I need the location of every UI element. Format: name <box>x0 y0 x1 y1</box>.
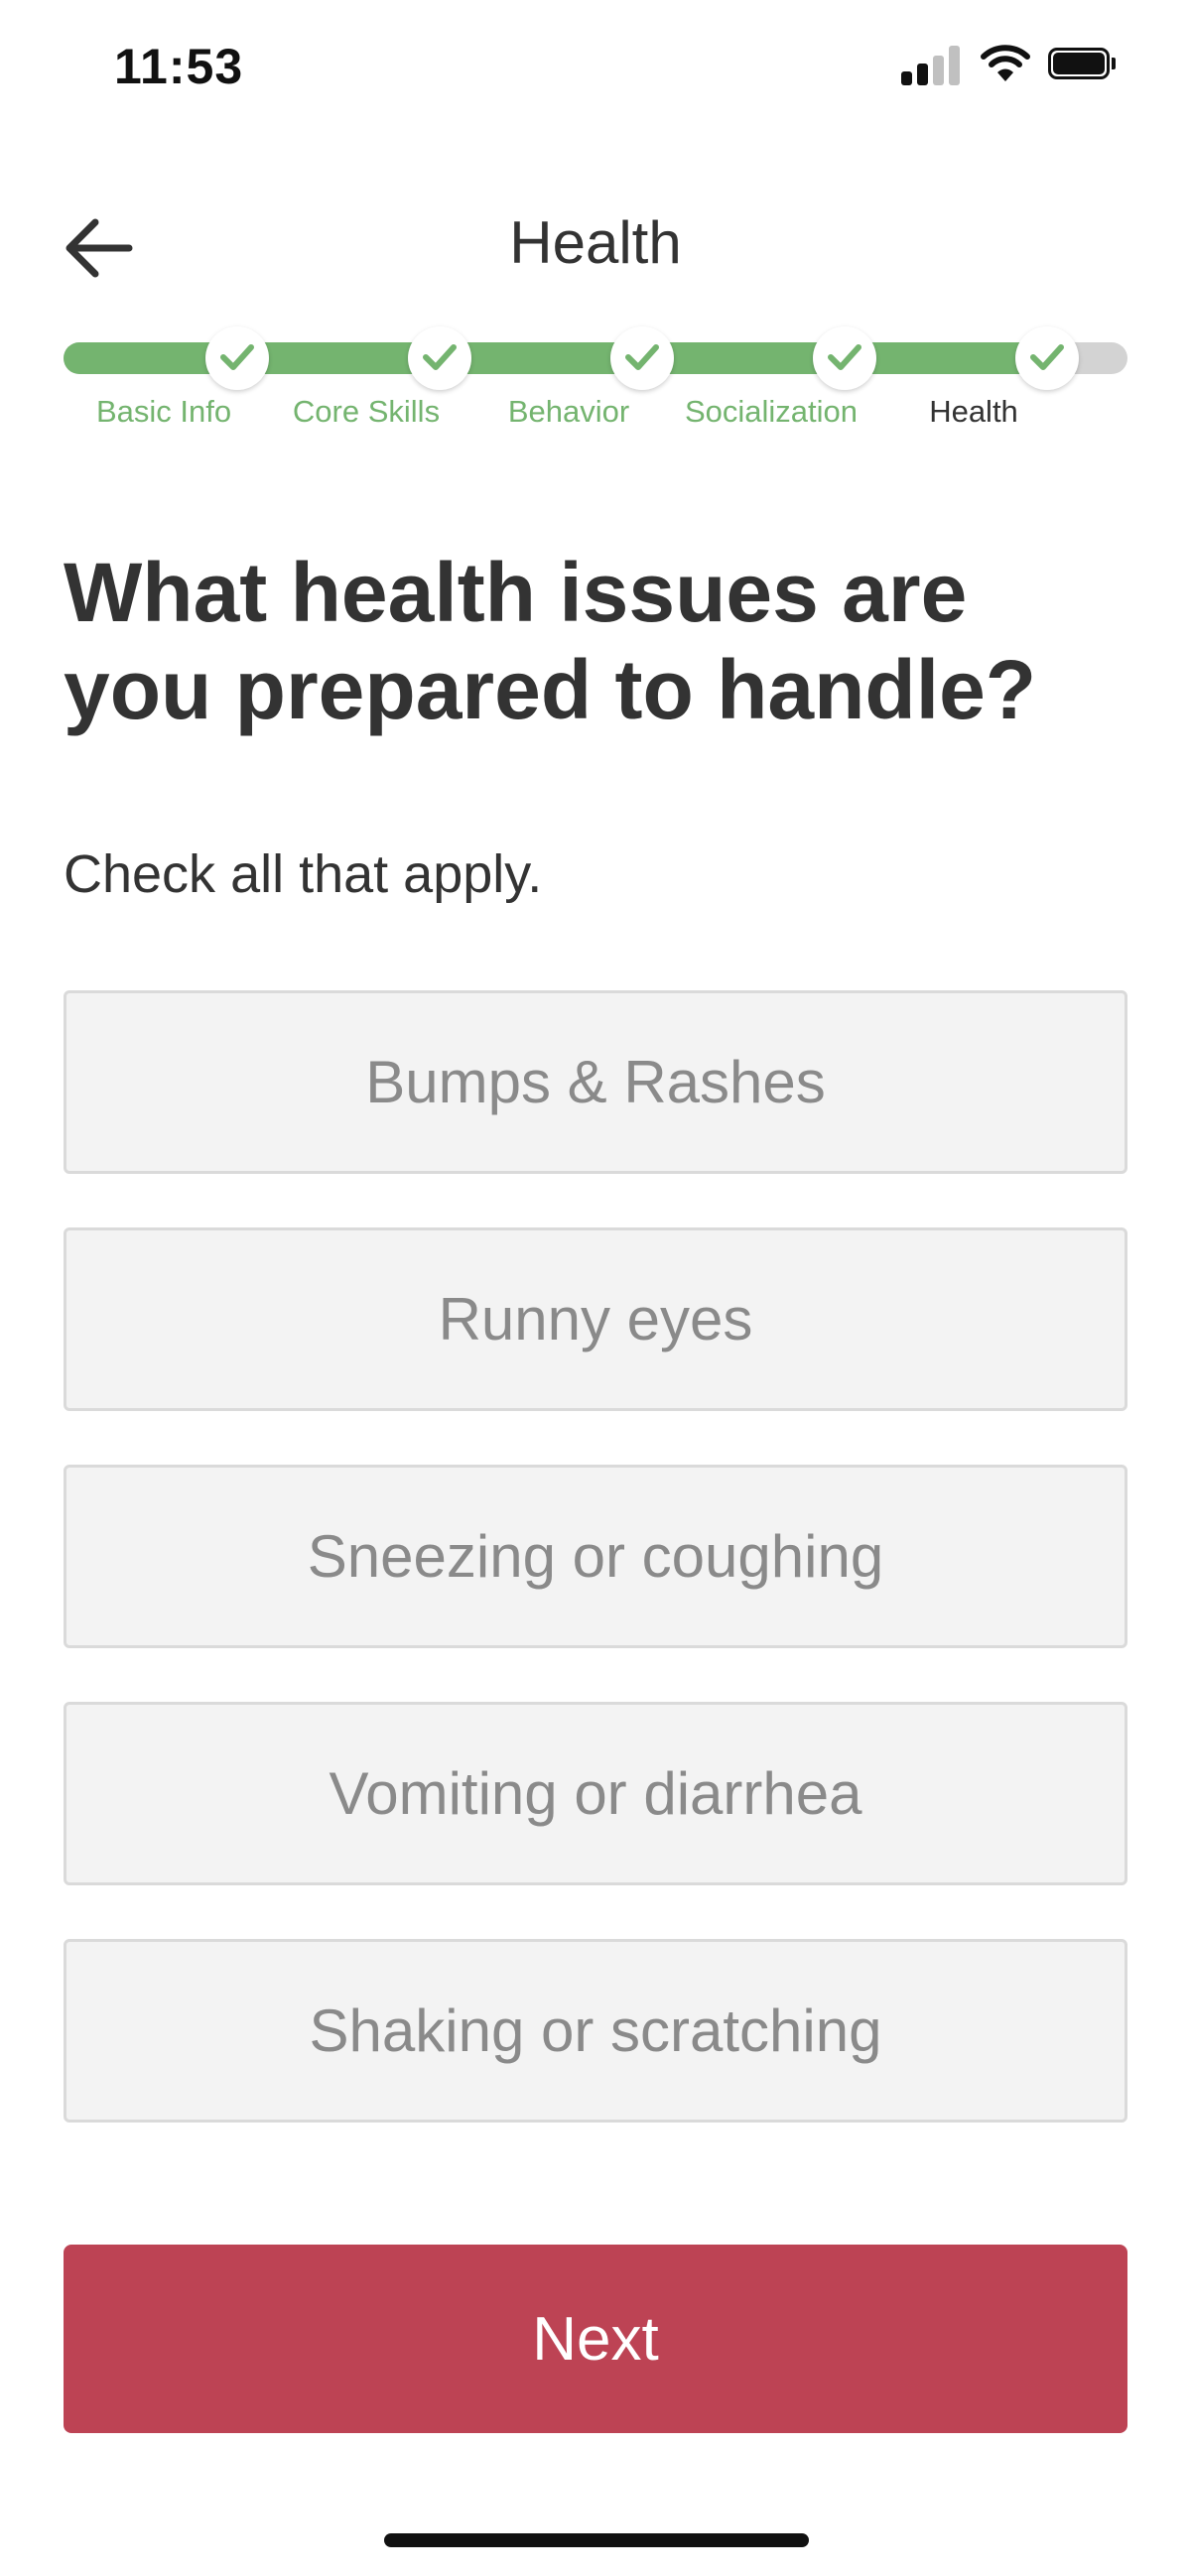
checkmark-icon <box>423 344 457 370</box>
page-title: Health <box>509 209 682 276</box>
battery-icon <box>1048 48 1116 81</box>
checkmark-icon <box>625 344 659 370</box>
option-label: Shaking or scratching <box>309 1997 882 2064</box>
status-time: 11:53 <box>114 39 244 94</box>
step-label-basic-info[interactable]: Basic Info <box>55 394 273 430</box>
step-label-behavior[interactable]: Behavior <box>460 394 678 430</box>
checkmark-icon <box>1030 344 1064 370</box>
option-label: Bumps & Rashes <box>365 1049 826 1115</box>
option-label: Vomiting or diarrhea <box>329 1760 862 1827</box>
question-title: What health issues are you prepared to h… <box>64 546 1037 736</box>
next-button[interactable]: Next <box>64 2245 1127 2433</box>
step-check-socialization <box>813 326 876 390</box>
step-label-core-skills[interactable]: Core Skills <box>257 394 475 430</box>
option-label: Runny eyes <box>438 1286 753 1352</box>
next-button-label: Next <box>532 2304 659 2374</box>
step-check-core-skills <box>408 326 471 390</box>
status-icons <box>901 44 1120 93</box>
step-label-health: Health <box>929 394 1018 429</box>
wifi-icon <box>981 44 1030 83</box>
step-label-socialization[interactable]: Socialization <box>662 394 880 430</box>
option-runny-eyes[interactable]: Runny eyes <box>64 1227 1127 1411</box>
checkmark-icon <box>828 344 861 370</box>
progress-stepper: Basic Info Core Skills Behavior Socializ… <box>64 326 1127 432</box>
question-instruction: Check all that apply. <box>64 844 543 904</box>
option-label: Sneezing or coughing <box>307 1523 884 1590</box>
home-indicator[interactable] <box>384 2533 809 2547</box>
option-vomiting-diarrhea[interactable]: Vomiting or diarrhea <box>64 1702 1127 1885</box>
cellular-signal-icon <box>901 44 961 85</box>
step-check-health <box>1015 326 1079 390</box>
option-sneezing-coughing[interactable]: Sneezing or coughing <box>64 1465 1127 1648</box>
step-check-behavior <box>610 326 674 390</box>
option-shaking-scratching[interactable]: Shaking or scratching <box>64 1939 1127 2123</box>
checkmark-icon <box>220 344 254 370</box>
step-check-basic-info <box>205 326 269 390</box>
option-bumps-rashes[interactable]: Bumps & Rashes <box>64 990 1127 1174</box>
